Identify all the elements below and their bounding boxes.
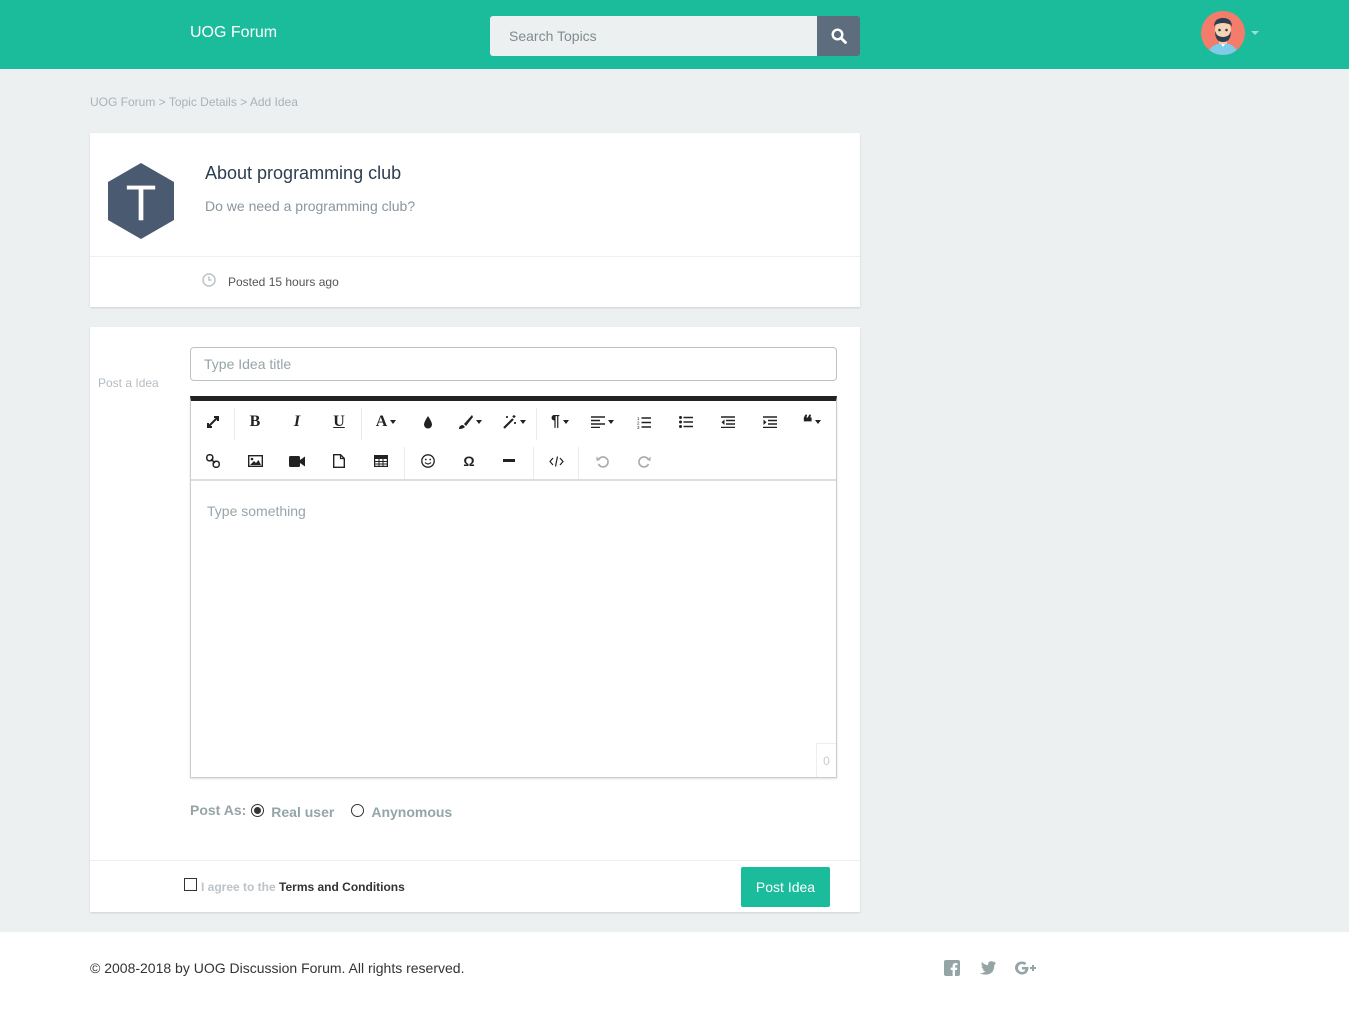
search-input[interactable] bbox=[490, 16, 817, 56]
topic-card: T About programming club Do we need a pr… bbox=[90, 133, 860, 307]
outdent-icon[interactable] bbox=[709, 404, 747, 440]
quote-icon[interactable]: ❝ bbox=[793, 404, 831, 440]
toolbar-separator bbox=[234, 408, 235, 440]
facebook-icon[interactable] bbox=[942, 958, 962, 978]
breadcrumb-separator: > bbox=[236, 95, 250, 109]
character-counter: 0 bbox=[816, 743, 836, 777]
align-left-icon[interactable] bbox=[583, 404, 621, 440]
special-character-icon[interactable]: Ω bbox=[450, 443, 488, 479]
toolbar-separator bbox=[361, 408, 362, 440]
terms-agreement: I agree to the Terms and Conditions bbox=[201, 880, 405, 894]
svg-text:3: 3 bbox=[637, 425, 640, 429]
video-icon[interactable] bbox=[278, 443, 316, 479]
link-icon[interactable] bbox=[194, 443, 232, 479]
breadcrumb-separator: > bbox=[155, 95, 169, 109]
code-view-icon[interactable] bbox=[537, 443, 575, 479]
paragraph-icon[interactable]: ¶ bbox=[541, 404, 579, 440]
toolbar-separator bbox=[404, 447, 405, 479]
toolbar-divider bbox=[191, 479, 836, 481]
top-navbar: UOG Forum bbox=[0, 0, 1349, 69]
topic-letter-icon: T bbox=[108, 163, 174, 239]
horizontal-line-icon[interactable] bbox=[490, 443, 528, 479]
radio-real-user-label[interactable]: Real user bbox=[271, 804, 334, 820]
underline-icon[interactable]: U bbox=[320, 404, 358, 440]
editor-content-area[interactable]: Type something bbox=[191, 483, 836, 778]
twitter-icon[interactable] bbox=[977, 958, 997, 978]
clock-icon bbox=[202, 273, 216, 287]
undo-icon[interactable] bbox=[583, 443, 621, 479]
topic-title: About programming club bbox=[205, 163, 402, 183]
user-avatar[interactable] bbox=[1201, 11, 1245, 55]
footer: © 2008-2018 by UOG Discussion Forum. All… bbox=[0, 932, 1349, 1013]
search-bar bbox=[490, 16, 860, 56]
posted-time: Posted 15 hours ago bbox=[228, 275, 339, 289]
brand-logo[interactable]: UOG Forum bbox=[190, 24, 277, 42]
italic-icon[interactable]: I bbox=[278, 404, 316, 440]
search-button[interactable] bbox=[817, 16, 860, 56]
terms-checkbox[interactable] bbox=[184, 878, 197, 891]
paint-brush-icon[interactable] bbox=[451, 404, 489, 440]
agree-text: I agree to the bbox=[201, 880, 276, 894]
magic-wand-icon[interactable] bbox=[495, 404, 533, 440]
topic-description: Do we need a programming club? bbox=[205, 198, 416, 214]
breadcrumb: UOG Forum > Topic Details > Add Idea bbox=[90, 95, 298, 109]
editor-toolbar-row-2: Ω bbox=[191, 443, 836, 481]
fullscreen-icon[interactable] bbox=[194, 404, 232, 440]
terms-link[interactable]: Terms and Conditions bbox=[279, 880, 405, 894]
font-size-icon[interactable]: A bbox=[367, 404, 405, 440]
rich-text-editor: B I U A ¶ 123 ❝ Ω Type something 0 bbox=[190, 396, 837, 778]
editor-toolbar-row-1: B I U A ¶ 123 ❝ bbox=[191, 404, 836, 442]
divider bbox=[90, 256, 860, 257]
image-icon[interactable] bbox=[236, 443, 274, 479]
form-side-label: Post a Idea bbox=[98, 376, 159, 390]
bold-icon[interactable]: B bbox=[236, 404, 274, 440]
divider bbox=[90, 860, 860, 861]
idea-title-input[interactable] bbox=[190, 347, 837, 381]
table-icon[interactable] bbox=[362, 443, 400, 479]
ordered-list-icon[interactable]: 123 bbox=[625, 404, 663, 440]
copyright-text: © 2008-2018 by UOG Discussion Forum. All… bbox=[90, 960, 465, 976]
post-as-group: Post As: Real user Anynomous bbox=[190, 802, 464, 820]
emoticon-icon[interactable] bbox=[409, 443, 447, 479]
breadcrumb-current: Add Idea bbox=[249, 95, 298, 109]
unordered-list-icon[interactable] bbox=[667, 404, 705, 440]
chevron-down-icon[interactable] bbox=[1251, 31, 1259, 35]
toolbar-separator bbox=[533, 447, 534, 479]
radio-anonymous[interactable] bbox=[351, 803, 365, 817]
post-idea-button[interactable]: Post Idea bbox=[741, 867, 830, 907]
breadcrumb-home[interactable]: UOG Forum bbox=[90, 95, 155, 109]
radio-anonymous-label[interactable]: Anynomous bbox=[371, 804, 452, 820]
redo-icon[interactable] bbox=[625, 443, 663, 479]
indent-icon[interactable] bbox=[751, 404, 789, 440]
add-idea-form: Post a Idea B I U A ¶ bbox=[90, 327, 860, 912]
file-icon[interactable] bbox=[320, 443, 358, 479]
google-plus-icon[interactable] bbox=[1014, 958, 1040, 978]
toolbar-separator bbox=[578, 447, 579, 479]
post-as-label: Post As: bbox=[190, 802, 247, 818]
text-color-icon[interactable] bbox=[409, 404, 447, 440]
radio-real-user[interactable] bbox=[251, 803, 265, 817]
breadcrumb-topic-details[interactable]: Topic Details bbox=[169, 95, 237, 109]
search-icon bbox=[830, 28, 847, 44]
topic-icon-letter: T bbox=[126, 175, 157, 231]
toolbar-separator bbox=[536, 408, 537, 440]
